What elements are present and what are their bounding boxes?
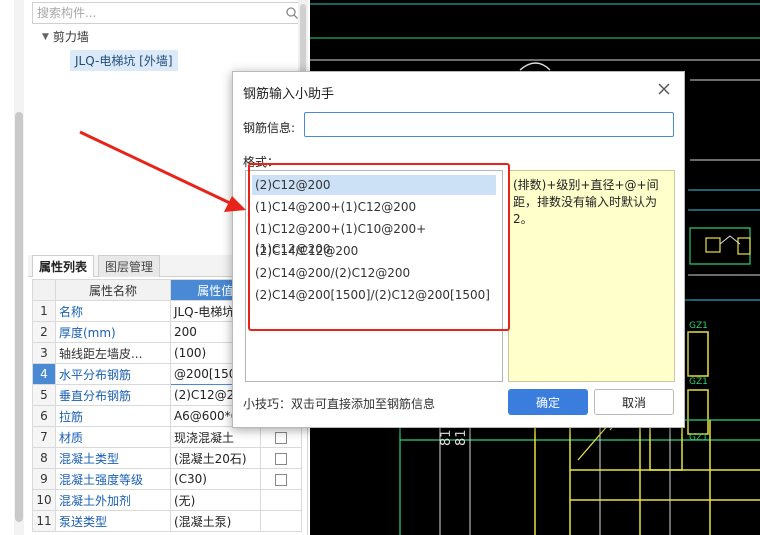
tree-node-label: 剪力墙 <box>52 30 89 44</box>
search-input[interactable] <box>37 5 277 21</box>
property-name: 垂直分布钢筋 <box>54 384 171 406</box>
row-number: 5 <box>32 384 56 406</box>
property-extra <box>259 468 303 490</box>
table-row[interactable]: 10 混凝土外加剂 (无) <box>32 489 303 511</box>
property-name: 厚度(mm) <box>54 321 171 343</box>
close-icon[interactable] <box>656 81 672 97</box>
tip-text: 小技巧：双击可直接添加至钢筋信息 <box>243 397 436 411</box>
format-list[interactable]: (2)C12@200 (1)C14@200+(1)C12@200 (1)C12@20… <box>245 170 503 382</box>
checkbox[interactable] <box>274 431 287 444</box>
row-number: 2 <box>32 321 56 343</box>
checkbox[interactable] <box>274 473 287 486</box>
property-value[interactable]: (混凝土泵) <box>169 510 261 532</box>
tree-node-elevator-pit-wall[interactable]: JLQ-电梯坑 [外墙] <box>70 50 178 71</box>
cad-label: GZ1 <box>689 321 708 331</box>
format-description: (排数)+级别+直径+@+间距，排数没有输入时默认为2。 <box>508 170 675 382</box>
property-value[interactable]: 现浇混凝土 <box>169 426 261 448</box>
row-number: 8 <box>32 447 56 469</box>
cancel-button[interactable]: 取消 <box>594 389 674 415</box>
property-value[interactable]: (无) <box>169 489 261 511</box>
rebar-input-helper-dialog: 钢筋输入小助手 钢筋信息: 格式： (2)C12@200 (1)C14@200+(… <box>232 71 685 428</box>
property-extra <box>259 510 303 532</box>
cad-label: 81 <box>454 429 469 446</box>
row-number: 6 <box>32 405 56 427</box>
checkbox[interactable] <box>274 452 287 465</box>
property-name: 混凝土强度等级 <box>54 468 171 490</box>
property-name: 名称 <box>54 300 171 322</box>
row-number: 3 <box>32 342 56 364</box>
row-number: 4 <box>32 363 56 385</box>
search-icon[interactable] <box>285 6 299 20</box>
format-list-item[interactable]: (2)C14/C12@200 <box>252 241 496 261</box>
format-label: 格式： <box>243 155 280 169</box>
property-extra <box>259 426 303 448</box>
row-number: 10 <box>32 489 56 511</box>
header-num <box>32 279 56 301</box>
row-number: 11 <box>32 510 56 532</box>
chevron-down-icon[interactable]: ▼ <box>42 32 49 42</box>
property-name: 混凝土外加剂 <box>54 489 171 511</box>
format-list-item[interactable]: (1)C14@200+(1)C12@200 <box>252 197 496 217</box>
property-extra <box>259 489 303 511</box>
dialog-title: 钢筋输入小助手 <box>243 87 335 102</box>
property-name: 拉筋 <box>54 405 171 427</box>
row-number: 7 <box>32 426 56 448</box>
property-name: 混凝土类型 <box>54 447 171 469</box>
property-value[interactable]: (C30) <box>169 468 261 490</box>
property-name: 轴线距左墙皮... <box>54 342 171 364</box>
search-box[interactable] <box>32 2 304 24</box>
tab-layers[interactable]: 图层管理 <box>98 255 161 277</box>
format-list-item[interactable]: (2)C14@200[1500]/(2)C12@200[1500] <box>252 285 496 305</box>
cad-label: 81 <box>439 429 454 446</box>
table-row[interactable]: 7 材质 现浇混凝土 <box>32 426 303 448</box>
tree-node-shear-wall[interactable]: ▼ 剪力墙 <box>42 28 89 45</box>
rebar-info-label: 钢筋信息: <box>243 121 296 135</box>
property-extra <box>259 447 303 469</box>
row-number: 9 <box>32 468 56 490</box>
row-number: 1 <box>32 300 56 322</box>
left-scrollbar-thumb[interactable] <box>15 112 23 522</box>
property-name: 水平分布钢筋 <box>54 363 171 385</box>
property-value[interactable]: (混凝土20石) <box>169 447 261 469</box>
format-list-item[interactable]: (1)C12@200+(1)C10@200+(1)C12@200 <box>252 219 496 256</box>
table-row[interactable]: 9 混凝土强度等级 (C30) <box>32 468 303 490</box>
property-name: 材质 <box>54 426 171 448</box>
property-name: 泵送类型 <box>54 510 171 532</box>
ok-button[interactable]: 确定 <box>508 389 588 415</box>
format-list-item[interactable]: (2)C12@200 <box>252 175 496 195</box>
rebar-info-input[interactable] <box>304 112 674 137</box>
table-row[interactable]: 11 泵送类型 (混凝土泵) <box>32 510 303 532</box>
header-property-name: 属性名称 <box>54 279 171 301</box>
cad-label: GZ1 <box>689 377 708 387</box>
cad-label: GZ1 <box>689 433 708 443</box>
table-row[interactable]: 8 混凝土类型 (混凝土20石) <box>32 447 303 469</box>
format-list-item[interactable]: (2)C14@200/(2)C12@200 <box>252 263 496 283</box>
tab-properties[interactable]: 属性列表 <box>32 255 95 277</box>
